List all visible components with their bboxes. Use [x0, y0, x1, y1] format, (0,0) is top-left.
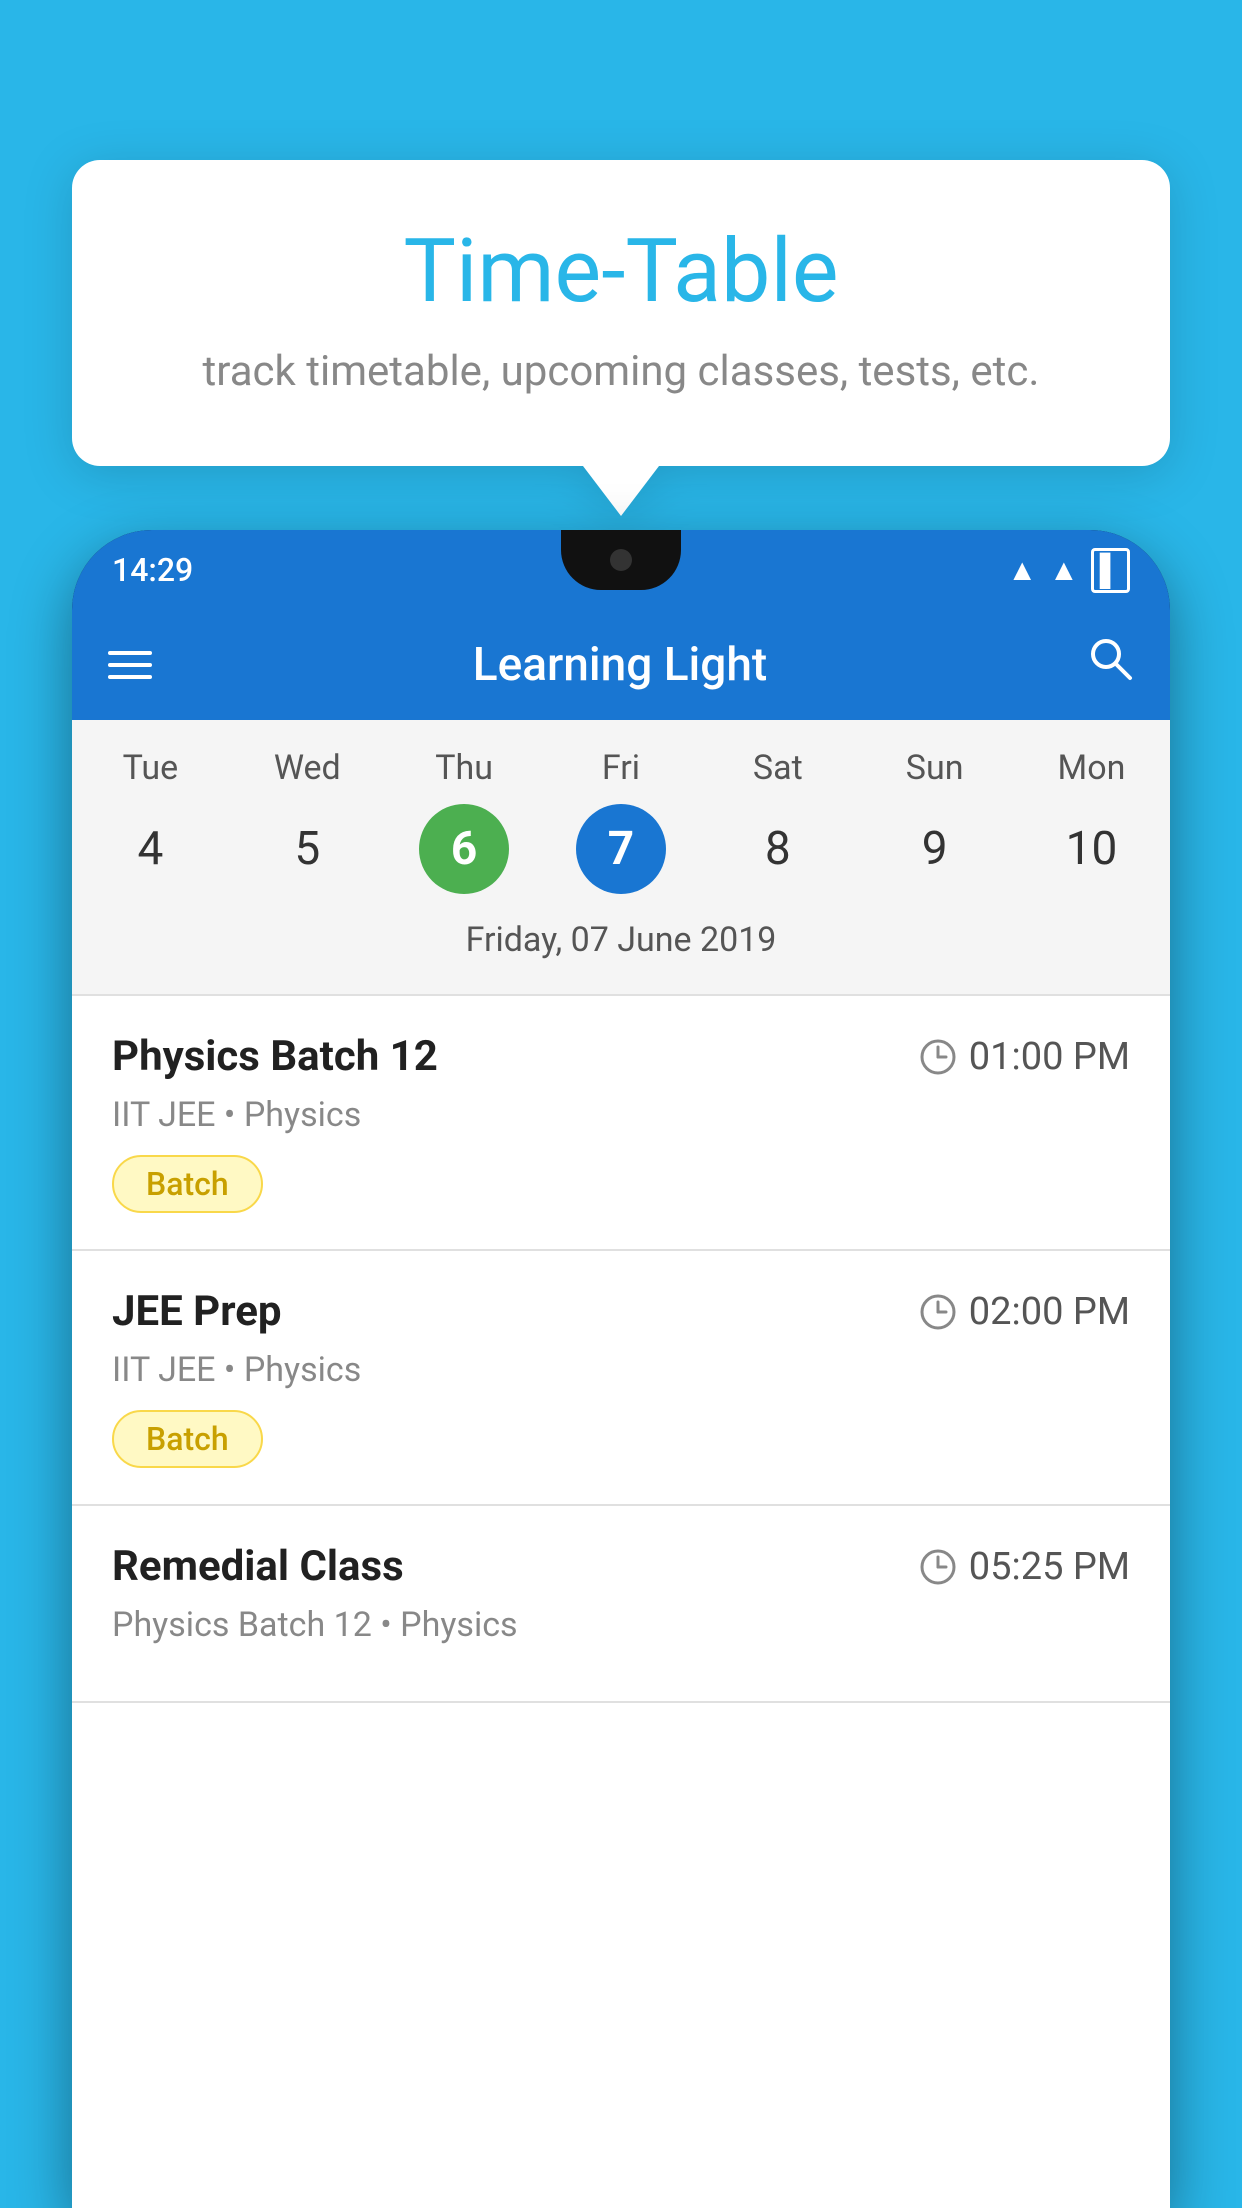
day-header-sat: Sat — [713, 748, 843, 788]
schedule-item-2-header: JEE Prep 02:00 PM — [112, 1287, 1130, 1336]
phone-screen: Tue Wed Thu Fri Sat Sun Mon 4 5 6 7 8 9 … — [72, 720, 1170, 2208]
day-7-selected[interactable]: 7 — [576, 804, 666, 894]
calendar-strip: Tue Wed Thu Fri Sat Sun Mon 4 5 6 7 8 9 … — [72, 720, 1170, 994]
tooltip-card: Time-Table track timetable, upcoming cla… — [72, 160, 1170, 466]
schedule-item-3-title: Remedial Class — [112, 1542, 404, 1591]
schedule-item-1-header: Physics Batch 12 01:00 PM — [112, 1032, 1130, 1081]
phone-frame: 14:29 ▲ ▲ ▌ Learning Light — [72, 530, 1170, 2208]
app-bar: Learning Light — [72, 610, 1170, 720]
schedule-item-3-time-text: 05:25 PM — [969, 1545, 1130, 1589]
signal-icon: ▲ — [1049, 553, 1079, 588]
schedule-item-3: Remedial Class 05:25 PM Physics Batch 12… — [72, 1506, 1170, 1703]
day-9[interactable]: 9 — [890, 804, 980, 894]
app-title: Learning Light — [184, 638, 1056, 692]
day-header-wed: Wed — [242, 748, 372, 788]
schedule-item-2-meta: IIT JEE • Physics — [112, 1350, 1130, 1390]
schedule-item-3-header: Remedial Class 05:25 PM — [112, 1542, 1130, 1591]
clock-icon-1 — [919, 1038, 957, 1076]
schedule-item-2: JEE Prep 02:00 PM IIT JEE • Physics Batc… — [72, 1251, 1170, 1506]
status-time: 14:29 — [112, 551, 193, 589]
schedule-item-1-time: 01:00 PM — [919, 1035, 1130, 1079]
hamburger-menu-icon[interactable] — [108, 651, 152, 679]
day-8[interactable]: 8 — [733, 804, 823, 894]
search-icon[interactable] — [1088, 636, 1134, 694]
day-header-mon: Mon — [1026, 748, 1156, 788]
schedule-list: Physics Batch 12 01:00 PM IIT JEE • Phys… — [72, 996, 1170, 1703]
schedule-item-1-title: Physics Batch 12 — [112, 1032, 438, 1081]
day-numbers: 4 5 6 7 8 9 10 — [72, 804, 1170, 894]
tooltip-title: Time-Table — [132, 220, 1110, 323]
wifi-icon: ▲ — [1007, 553, 1037, 588]
day-header-fri: Fri — [556, 748, 686, 788]
day-6-today[interactable]: 6 — [419, 804, 509, 894]
camera-dot — [610, 549, 632, 571]
selected-date-label: Friday, 07 June 2019 — [72, 910, 1170, 978]
day-header-thu: Thu — [399, 748, 529, 788]
clock-icon-3 — [919, 1548, 957, 1586]
day-4[interactable]: 4 — [105, 804, 195, 894]
day-header-tue: Tue — [85, 748, 215, 788]
notch — [561, 530, 681, 590]
day-header-sun: Sun — [870, 748, 1000, 788]
schedule-item-1-badge: Batch — [112, 1155, 263, 1213]
battery-icon: ▌ — [1091, 548, 1130, 593]
day-5[interactable]: 5 — [262, 804, 352, 894]
schedule-item-3-meta: Physics Batch 12 • Physics — [112, 1605, 1130, 1645]
schedule-item-3-time: 05:25 PM — [919, 1545, 1130, 1589]
schedule-item-2-title: JEE Prep — [112, 1287, 282, 1336]
schedule-item-2-time: 02:00 PM — [919, 1290, 1130, 1334]
schedule-item-2-badge: Batch — [112, 1410, 263, 1468]
day-10[interactable]: 10 — [1046, 804, 1136, 894]
schedule-item-1-time-text: 01:00 PM — [969, 1035, 1130, 1079]
status-bar: 14:29 ▲ ▲ ▌ — [72, 530, 1170, 610]
clock-icon-2 — [919, 1293, 957, 1331]
schedule-item-1: Physics Batch 12 01:00 PM IIT JEE • Phys… — [72, 996, 1170, 1251]
day-headers: Tue Wed Thu Fri Sat Sun Mon — [72, 748, 1170, 788]
tooltip-subtitle: track timetable, upcoming classes, tests… — [132, 347, 1110, 396]
schedule-item-2-time-text: 02:00 PM — [969, 1290, 1130, 1334]
status-icons: ▲ ▲ ▌ — [1007, 548, 1130, 593]
schedule-item-1-meta: IIT JEE • Physics — [112, 1095, 1130, 1135]
